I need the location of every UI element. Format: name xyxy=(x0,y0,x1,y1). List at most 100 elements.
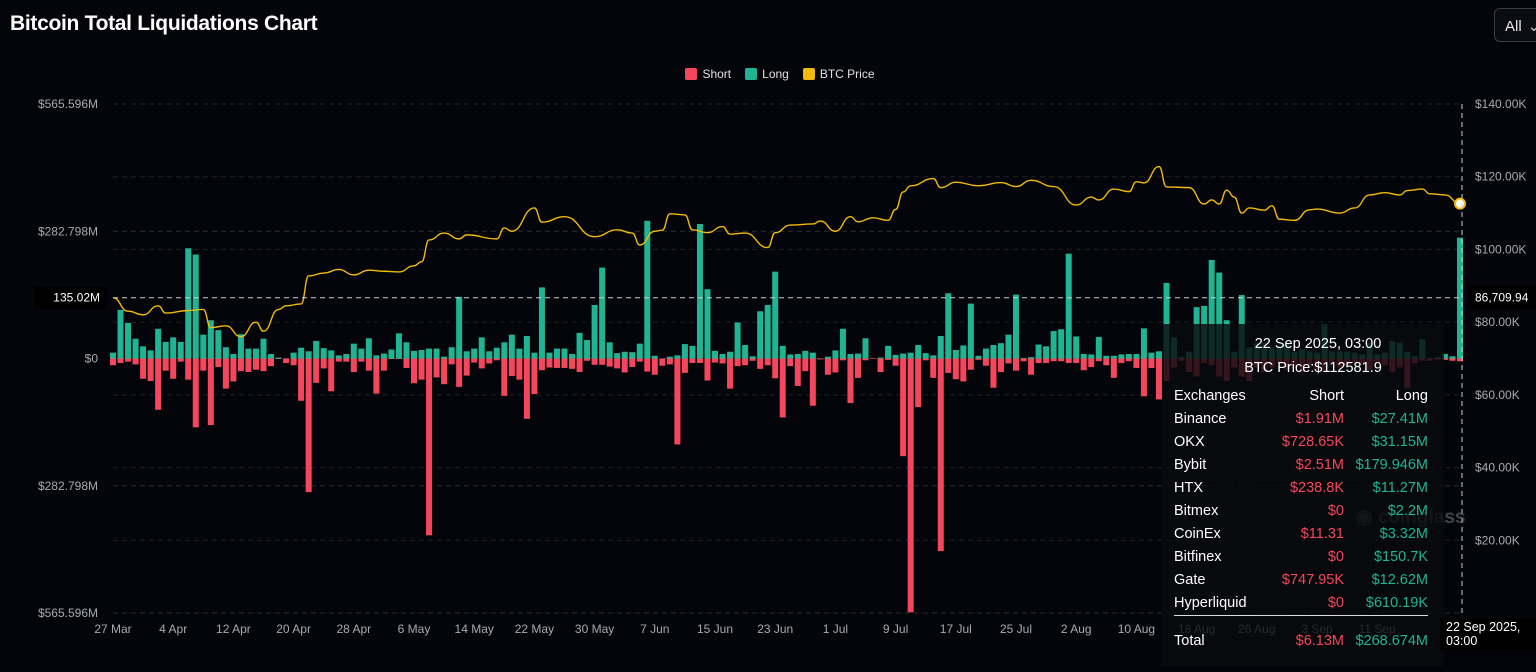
long-bar[interactable] xyxy=(839,328,846,359)
short-bar[interactable] xyxy=(441,358,448,385)
short-bar[interactable] xyxy=(147,358,154,381)
long-bar[interactable] xyxy=(403,342,410,359)
long-bar[interactable] xyxy=(689,345,696,359)
short-bar[interactable] xyxy=(283,358,290,363)
short-bar[interactable] xyxy=(907,358,914,613)
short-bar[interactable] xyxy=(885,358,892,360)
long-bar[interactable] xyxy=(320,348,327,359)
short-bar[interactable] xyxy=(162,358,169,371)
short-bar[interactable] xyxy=(433,358,440,378)
short-bar[interactable] xyxy=(599,358,606,365)
short-bar[interactable] xyxy=(237,358,244,372)
long-bar[interactable] xyxy=(922,353,929,359)
long-bar[interactable] xyxy=(681,344,688,359)
short-bar[interactable] xyxy=(930,358,937,378)
long-bar[interactable] xyxy=(1125,354,1132,359)
short-bar[interactable] xyxy=(1140,358,1147,397)
short-bar[interactable] xyxy=(1043,358,1050,363)
long-bar[interactable] xyxy=(508,334,515,359)
short-bar[interactable] xyxy=(275,358,282,360)
short-bar[interactable] xyxy=(117,358,124,363)
long-bar[interactable] xyxy=(170,337,177,359)
short-bar[interactable] xyxy=(952,358,959,380)
long-bar[interactable] xyxy=(802,350,809,359)
long-bar[interactable] xyxy=(418,349,425,359)
long-bar[interactable] xyxy=(1020,358,1027,359)
short-bar[interactable] xyxy=(696,358,703,363)
short-bar[interactable] xyxy=(1133,358,1140,368)
short-bar[interactable] xyxy=(1005,358,1012,364)
short-bar[interactable] xyxy=(493,358,500,361)
long-bar[interactable] xyxy=(388,349,395,359)
long-bar[interactable] xyxy=(531,352,538,359)
long-bar[interactable] xyxy=(222,347,229,359)
long-bar[interactable] xyxy=(1133,354,1140,359)
short-bar[interactable] xyxy=(170,358,177,379)
short-bar[interactable] xyxy=(222,358,229,389)
short-bar[interactable] xyxy=(177,358,184,362)
long-bar[interactable] xyxy=(1080,354,1087,359)
short-bar[interactable] xyxy=(794,358,801,386)
long-bar[interactable] xyxy=(666,356,673,359)
short-bar[interactable] xyxy=(523,358,530,419)
long-bar[interactable] xyxy=(591,304,598,359)
short-bar[interactable] xyxy=(1058,358,1065,362)
short-bar[interactable] xyxy=(1020,358,1027,362)
long-bar[interactable] xyxy=(824,356,831,359)
long-bar[interactable] xyxy=(110,352,116,359)
short-bar[interactable] xyxy=(990,358,997,388)
long-bar[interactable] xyxy=(471,348,478,359)
long-bar[interactable] xyxy=(847,354,854,359)
long-bar[interactable] xyxy=(1095,336,1102,359)
short-bar[interactable] xyxy=(1095,358,1102,362)
short-bar[interactable] xyxy=(712,358,719,363)
short-bar[interactable] xyxy=(967,358,974,370)
long-bar[interactable] xyxy=(380,353,387,359)
short-bar[interactable] xyxy=(365,358,372,371)
short-bar[interactable] xyxy=(757,358,764,369)
long-bar[interactable] xyxy=(125,322,132,359)
long-bar[interactable] xyxy=(486,351,493,359)
short-bar[interactable] xyxy=(200,358,207,371)
short-bar[interactable] xyxy=(659,358,666,366)
long-bar[interactable] xyxy=(952,349,959,359)
long-bar[interactable] xyxy=(426,348,433,359)
long-bar[interactable] xyxy=(328,350,335,359)
short-bar[interactable] xyxy=(945,358,952,373)
short-bar[interactable] xyxy=(614,358,621,369)
short-bar[interactable] xyxy=(584,358,591,361)
long-bar[interactable] xyxy=(584,340,591,359)
short-bar[interactable] xyxy=(426,358,433,536)
short-bar[interactable] xyxy=(817,358,824,360)
long-bar[interactable] xyxy=(162,341,169,359)
long-bar[interactable] xyxy=(177,341,184,359)
short-bar[interactable] xyxy=(1065,358,1072,363)
short-bar[interactable] xyxy=(1050,358,1057,362)
short-bar[interactable] xyxy=(975,358,982,360)
long-bar[interactable] xyxy=(305,351,312,359)
short-bar[interactable] xyxy=(997,358,1004,372)
long-bar[interactable] xyxy=(997,343,1004,359)
short-bar[interactable] xyxy=(471,358,478,363)
long-bar[interactable] xyxy=(945,293,952,359)
short-bar[interactable] xyxy=(1080,358,1087,371)
long-bar[interactable] xyxy=(140,346,147,359)
long-bar[interactable] xyxy=(900,353,907,359)
short-bar[interactable] xyxy=(320,358,327,369)
short-bar[interactable] xyxy=(704,358,711,381)
long-bar[interactable] xyxy=(719,354,726,359)
long-bar[interactable] xyxy=(553,348,560,359)
short-bar[interactable] xyxy=(749,358,756,361)
short-bar[interactable] xyxy=(651,358,658,375)
short-bar[interactable] xyxy=(305,358,312,493)
short-bar[interactable] xyxy=(411,358,418,384)
long-bar[interactable] xyxy=(727,351,734,359)
short-bar[interactable] xyxy=(681,358,688,373)
short-bar[interactable] xyxy=(982,358,989,366)
long-bar[interactable] xyxy=(373,355,380,359)
short-bar[interactable] xyxy=(591,358,598,365)
long-bar[interactable] xyxy=(448,347,455,359)
short-bar[interactable] xyxy=(636,358,643,362)
long-bar[interactable] xyxy=(313,340,320,359)
short-bar[interactable] xyxy=(719,358,726,364)
